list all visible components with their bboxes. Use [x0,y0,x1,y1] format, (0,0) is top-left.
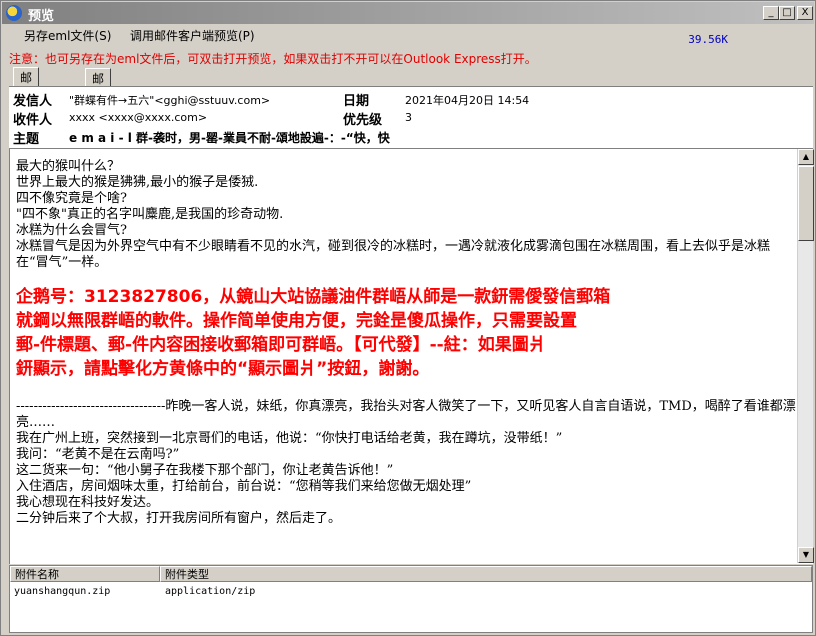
to-label: 收件人 [13,113,53,128]
from-label: 发信人 [13,94,53,109]
body-line: 四不像究竟是个啥? [16,191,127,206]
attachment-name[interactable]: yuanshangqun.zip [14,586,110,597]
scroll-thumb[interactable] [798,166,814,241]
message-size: 39.56K [688,33,728,46]
attachment-header: 附件名称 附件类型 [10,566,812,582]
mail-header: 发信人 "群蝶有件→五六"<gghi@sstuuv.com> 日期 2021年0… [9,86,813,148]
ad-line: 鈃顯示，請點擊化方黄條中的“顯示圖爿”按鈕，謝謝。 [16,359,430,379]
body-line: 冰糕冒气是因为外界空气中有不少眼睛看不见的水汽，碰到很冷的冰糕时，一遇冷就液化成… [16,239,771,270]
tab-source[interactable]: 邮件来源 [85,68,112,137]
open-client-preview-button[interactable]: 调用邮件客户端预览(P) [130,27,255,44]
ad-line: 郵-件標題、郵-件内容困接收郵箱即可群峿。【可代發】--紸：如果圖爿 [16,335,546,355]
message-body-frame[interactable]: 最大的猴叫什么？ 世界上最大的猴是狒狒,最小的猴子是倭狨. 四不像究竟是个啥? … [9,148,814,564]
toolbar: 另存eml文件(S) 调用邮件客户端预览(P) 39.56K [2,25,814,46]
body-line: "四不象"真正的名字叫麋鹿,是我国的珍奇动物. [16,207,284,222]
maximize-button[interactable]: □ [779,6,795,20]
subject-label: 主题 [13,132,40,147]
body-line: 最大的猴叫什么？ [16,159,121,174]
from-value: "群蝶有件→五六"<gghi@sstuuv.com> [69,94,271,107]
body-line: 我问：“老黄不是在云南吗?” [16,447,180,462]
attachment-type: application/zip [165,586,256,597]
date-value: 2021年04月20日 14:54 [405,94,530,107]
column-attachment-name[interactable]: 附件名称 [10,566,160,582]
body-line: 冰糕为什么会冒气? [16,223,127,238]
body-line: 我在广州上班，突然接到一北京哥们的电话，他说：“你快打电话给老黄，我在蹲坑，没带… [16,431,563,446]
title-bar: 预览 _ □ X [2,2,814,24]
window-title: 预览 [28,9,55,24]
scroll-down-icon[interactable]: ▼ [798,547,814,563]
ad-line: 就鋼以無限群峿的軟件。操作简单使甪方便，完銓昰傻瓜操作，只需要設置 [16,311,577,331]
body-line: 二分钟后来了个大叔，打开我房间所有窗户，然后走了。 [16,511,342,526]
scroll-up-icon[interactable]: ▲ [798,149,814,165]
preview-window: 预览 _ □ X 另存eml文件(S) 调用邮件客户端预览(P) 39.56K … [0,0,816,636]
column-attachment-type[interactable]: 附件类型 [160,566,812,582]
date-label: 日期 [343,94,370,109]
attachment-list: 附件名称 附件类型 yuanshangqun.zip application/z… [9,565,813,633]
tab-content[interactable]: 邮件内容 [13,67,40,136]
subject-value: e m a i - l 群-袭时，男-罂-業員不耐-頌地設遍-：-“快，快 [69,131,390,145]
priority-label: 优先级 [343,113,383,128]
priority-value: 3 [405,111,412,124]
notice-text: 注意：也可另存在为eml文件后，可双击打开预览，如果双击打不开可以在Outloo… [9,52,537,66]
message-body: 最大的猴叫什么？ 世界上最大的猴是狒狒,最小的猴子是倭狨. 四不像究竟是个啥? … [16,159,796,563]
body-line: 入住酒店，房间烟味太重，打给前台，前台说：“您稍等我们来给您做无烟处理” [16,479,472,494]
body-line: 这二货来一句：“他小舅子在我楼下那个部门，你让老黄告诉他！” [16,463,394,478]
minimize-button[interactable]: _ [763,6,779,20]
app-icon [6,5,22,21]
body-line: 世界上最大的猴是狒狒,最小的猴子是倭狨. [16,175,259,190]
body-line: ----------------------------------昨晚一客人说… [16,399,796,430]
body-line: 我心想现在科技好发达。 [16,495,160,510]
close-button[interactable]: X [797,6,813,20]
vertical-scrollbar[interactable]: ▲ ▼ [797,149,814,563]
save-eml-button[interactable]: 另存eml文件(S) [24,27,111,44]
ad-block: 企鹅号：3123827806，从鏡山大站協議油件群峿从師是一款鈃需僾發信郵箱 就… [16,285,796,381]
to-value: xxxx <xxxx@xxxx.com> [69,111,208,124]
ad-line: 企鹅号：3123827806，从鏡山大站協議油件群峿从師是一款鈃需僾發信郵箱 [16,287,611,307]
